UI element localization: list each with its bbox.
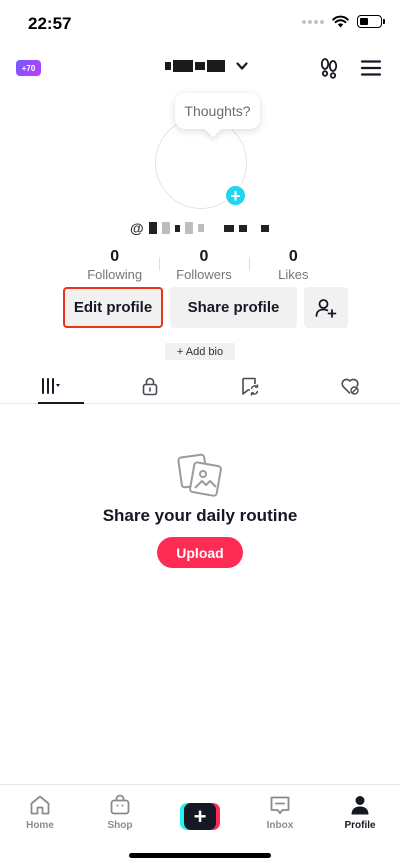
menu-icon[interactable] bbox=[359, 56, 383, 80]
add-friend-icon bbox=[315, 298, 337, 318]
coin-badge[interactable]: +70 bbox=[16, 60, 41, 76]
tab-videos[interactable] bbox=[0, 368, 100, 404]
profile-stats: 0 Following 0 Followers 0 Likes bbox=[70, 247, 338, 287]
nav-create[interactable]: + bbox=[160, 785, 240, 834]
top-bar: +70 bbox=[0, 50, 400, 86]
inbox-icon bbox=[270, 796, 290, 814]
avatar-container[interactable]: + bbox=[155, 117, 247, 209]
profile-person-icon bbox=[351, 796, 369, 815]
upload-button[interactable]: Upload bbox=[157, 537, 243, 568]
footprints-icon[interactable] bbox=[317, 56, 341, 80]
stat-following[interactable]: 0 Following bbox=[70, 247, 159, 287]
tab-liked[interactable] bbox=[300, 368, 400, 403]
add-friends-button[interactable] bbox=[304, 287, 348, 328]
home-icon bbox=[30, 795, 50, 815]
content-tabs bbox=[0, 368, 400, 404]
nav-home[interactable]: Home bbox=[0, 785, 80, 834]
edit-profile-button[interactable]: Edit profile bbox=[63, 287, 163, 328]
create-plus-icon[interactable]: + bbox=[180, 803, 220, 830]
profile-actions: Edit profile Share profile bbox=[63, 287, 348, 328]
lock-icon bbox=[142, 377, 158, 395]
photos-icon bbox=[177, 453, 222, 497]
status-bar: 22:57 bbox=[0, 0, 400, 48]
status-time: 22:57 bbox=[28, 14, 72, 33]
thoughts-bubble[interactable]: Thoughts? bbox=[175, 93, 260, 129]
home-indicator bbox=[129, 853, 271, 858]
liked-heart-icon bbox=[341, 378, 359, 395]
username-redacted bbox=[165, 60, 225, 72]
username-handle-redacted: @ bbox=[130, 220, 269, 236]
bottom-nav: Home Shop + Inbox Profile bbox=[0, 784, 400, 834]
videos-grid-icon bbox=[42, 377, 60, 394]
stat-followers[interactable]: 0 Followers bbox=[159, 247, 248, 287]
chevron-down-icon bbox=[236, 62, 248, 70]
battery-icon bbox=[357, 15, 385, 28]
tab-reposts[interactable] bbox=[200, 368, 300, 403]
shopping-bag-icon bbox=[110, 794, 130, 815]
add-avatar-plus-icon[interactable]: + bbox=[224, 184, 247, 207]
empty-state-title: Share your daily routine bbox=[102, 506, 298, 525]
cellular-signal-icon bbox=[302, 19, 324, 24]
share-profile-button[interactable]: Share profile bbox=[170, 287, 297, 328]
nav-profile[interactable]: Profile bbox=[320, 785, 400, 834]
tab-private[interactable] bbox=[100, 368, 200, 403]
add-bio-button[interactable]: + Add bio bbox=[165, 343, 235, 360]
repost-icon bbox=[242, 377, 259, 395]
nav-shop[interactable]: Shop bbox=[80, 785, 160, 834]
nav-inbox[interactable]: Inbox bbox=[240, 785, 320, 834]
wifi-icon bbox=[332, 15, 349, 28]
account-switcher[interactable] bbox=[165, 59, 249, 73]
stat-likes[interactable]: 0 Likes bbox=[248, 247, 338, 287]
